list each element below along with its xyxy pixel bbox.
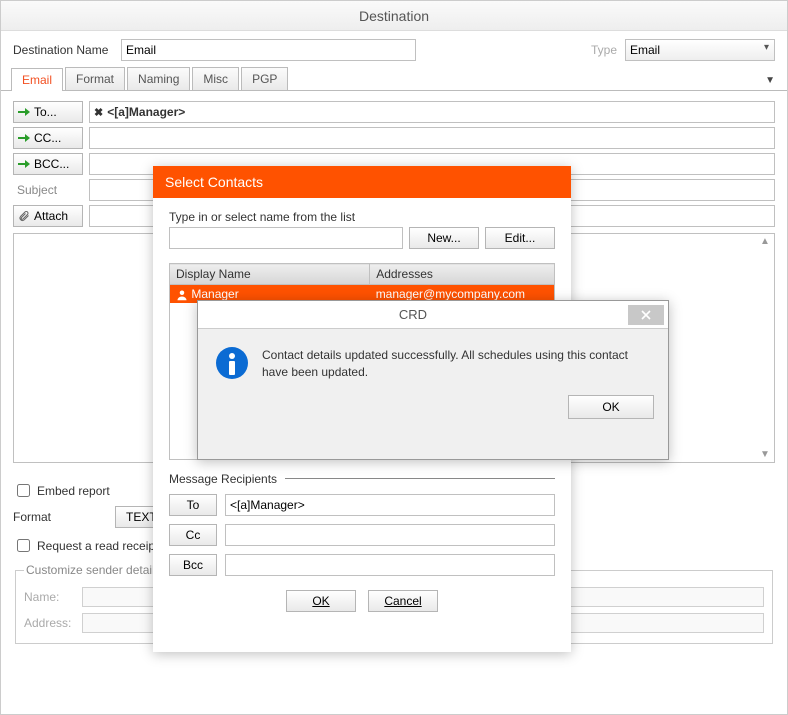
subject-label: Subject — [13, 183, 83, 197]
to-chip: <[a]Manager> — [107, 105, 185, 119]
contacts-cancel-button[interactable]: Cancel — [368, 590, 438, 612]
sender-name-label: Name: — [24, 590, 76, 604]
type-label: Type — [591, 43, 617, 57]
sender-address-label: Address: — [24, 616, 76, 630]
crd-message-dialog: CRD Contact details updated successfully… — [197, 300, 669, 460]
tab-email[interactable]: Email — [11, 68, 63, 91]
to-button[interactable]: To... — [13, 101, 83, 123]
recip-cc-button[interactable]: Cc — [169, 524, 217, 546]
cc-input[interactable] — [89, 127, 775, 149]
crd-ok-button[interactable]: OK — [568, 395, 654, 419]
close-icon — [641, 310, 651, 320]
recip-bcc-input[interactable] — [225, 554, 555, 576]
window-title: Destination — [1, 1, 787, 31]
destination-name-label: Destination Name — [13, 43, 113, 57]
embed-report-checkbox[interactable] — [17, 484, 30, 497]
select-contacts-title: Select Contacts — [153, 166, 571, 198]
bcc-button[interactable]: BCC... — [13, 153, 83, 175]
destination-name-input[interactable] — [121, 39, 416, 61]
read-receipt-label: Request a read receipt — [37, 539, 158, 553]
type-select[interactable]: Email — [625, 39, 775, 61]
contacts-edit-button[interactable]: Edit... — [485, 227, 555, 249]
message-recipients-label: Message Recipients — [169, 472, 277, 486]
paperclip-icon — [18, 210, 30, 222]
user-icon — [176, 289, 188, 301]
crd-close-button[interactable] — [628, 305, 664, 325]
col-addresses[interactable]: Addresses — [370, 264, 555, 285]
tabs: Email Format Naming Misc PGP ▼ — [1, 67, 787, 91]
tabs-overflow-icon[interactable]: ▼ — [765, 75, 775, 90]
arrow-right-icon — [18, 107, 30, 117]
embed-report-label: Embed report — [37, 484, 110, 498]
recip-cc-input[interactable] — [225, 524, 555, 546]
contacts-new-button[interactable]: New... — [409, 227, 479, 249]
info-icon — [216, 347, 248, 379]
contacts-ok-button[interactable]: OK — [286, 590, 356, 612]
cc-button[interactable]: CC... — [13, 127, 83, 149]
read-receipt-checkbox[interactable] — [17, 539, 30, 552]
tab-naming[interactable]: Naming — [127, 67, 190, 90]
scroll-down-icon[interactable]: ▼ — [760, 449, 772, 460]
arrow-right-icon — [18, 133, 30, 143]
crd-message-text: Contact details updated successfully. Al… — [262, 347, 650, 381]
col-display-name[interactable]: Display Name — [170, 264, 370, 285]
contacts-search-input[interactable] — [169, 227, 403, 249]
to-input[interactable]: ✖ <[a]Manager> — [89, 101, 775, 123]
scroll-up-icon[interactable]: ▲ — [760, 236, 772, 247]
format-label: Format — [13, 510, 109, 524]
recip-bcc-button[interactable]: Bcc — [169, 554, 217, 576]
recip-to-button[interactable]: To — [169, 494, 217, 516]
attach-button[interactable]: Attach — [13, 205, 83, 227]
select-contacts-hint: Type in or select name from the list — [169, 210, 555, 224]
tab-pgp[interactable]: PGP — [241, 67, 288, 90]
crd-title: CRD — [198, 307, 628, 322]
recip-to-input[interactable] — [225, 494, 555, 516]
arrow-right-icon — [18, 159, 30, 169]
remove-chip-icon[interactable]: ✖ — [94, 106, 103, 119]
tab-misc[interactable]: Misc — [192, 67, 239, 90]
sender-details-legend: Customize sender details — [24, 563, 163, 577]
tab-format[interactable]: Format — [65, 67, 125, 90]
